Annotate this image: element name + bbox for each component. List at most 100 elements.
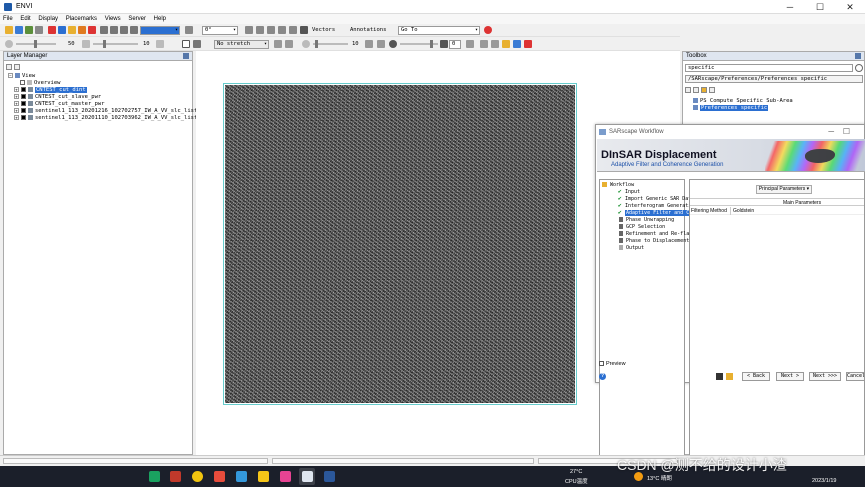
- vectors-menu[interactable]: Vectors: [312, 27, 335, 33]
- expand-all-icon[interactable]: [6, 64, 12, 70]
- menu-edit[interactable]: Edit: [17, 14, 33, 24]
- checkbox[interactable]: [21, 115, 26, 120]
- save-icon[interactable]: [15, 26, 23, 34]
- menu-help[interactable]: Help: [151, 14, 169, 24]
- open-file-icon[interactable]: [5, 26, 13, 34]
- annotations-menu[interactable]: Annotations: [350, 27, 386, 33]
- cancel-button[interactable]: Cancel: [846, 372, 865, 381]
- next-button[interactable]: Next >: [776, 372, 804, 381]
- refresh-icon[interactable]: [274, 40, 282, 48]
- workflow-step[interactable]: Phase to Displacement C: [619, 238, 695, 244]
- measure-icon[interactable]: [256, 26, 264, 34]
- cursor-icon[interactable]: [35, 26, 43, 34]
- mail-icon[interactable]: [236, 471, 247, 482]
- app-icon[interactable]: [214, 471, 225, 482]
- toolbox-item[interactable]: Preferences specific: [693, 105, 769, 112]
- zoom-in-icon[interactable]: [100, 26, 108, 34]
- stretch-dropdown[interactable]: No stretch ▾: [214, 40, 269, 49]
- menu-server[interactable]: Server: [125, 14, 149, 24]
- workflow-step[interactable]: Refinement and Re-flat: [619, 231, 692, 237]
- minimize-button[interactable]: ─: [828, 127, 834, 136]
- workflow-step[interactable]: GCP Selection: [619, 224, 665, 230]
- help-icon[interactable]: ?: [599, 373, 606, 380]
- layer-item[interactable]: + CNTEST_cut_dint: [14, 87, 87, 94]
- folder-icon[interactable]: [258, 471, 269, 482]
- brightness-slider[interactable]: [16, 40, 56, 48]
- expand-icon[interactable]: +: [14, 108, 19, 113]
- maximize-button[interactable]: ☐: [843, 127, 850, 136]
- expand-icon[interactable]: +: [14, 94, 19, 99]
- transparency-slider[interactable]: [313, 40, 348, 48]
- reset-icon[interactable]: [285, 40, 293, 48]
- minimize-button[interactable]: ─: [778, 1, 802, 13]
- open-folder-icon[interactable]: [726, 373, 733, 380]
- close-button[interactable]: ✕: [838, 1, 862, 13]
- menu-placemarks[interactable]: Placemarks: [63, 14, 100, 24]
- expand-all-icon[interactable]: [685, 87, 691, 93]
- word-icon[interactable]: [324, 471, 335, 482]
- chip-icon[interactable]: [466, 40, 474, 48]
- app-icon[interactable]: [170, 471, 181, 482]
- search-icon[interactable]: [855, 64, 863, 72]
- chrome-icon[interactable]: [192, 471, 203, 482]
- menu-views[interactable]: Views: [102, 14, 124, 24]
- pin-icon[interactable]: [855, 53, 861, 59]
- app-icon[interactable]: [280, 471, 291, 482]
- rotate-left-icon[interactable]: [185, 26, 193, 34]
- layer-item[interactable]: + CNTEST_cut_slave_pwr: [14, 94, 101, 101]
- portal-icon[interactable]: [300, 26, 308, 34]
- swipe-value[interactable]: 0: [449, 40, 461, 49]
- select-icon[interactable]: [58, 26, 66, 34]
- principal-parameters-dropdown[interactable]: Principal Parameters ▾: [756, 185, 812, 194]
- flicker-icon[interactable]: [377, 40, 385, 48]
- expand-icon[interactable]: +: [14, 115, 19, 120]
- back-button[interactable]: < Back: [742, 372, 770, 381]
- filtering-method-value[interactable]: Goldstein: [730, 207, 865, 215]
- workflow-step[interactable]: ✔ Adaptive Filter and Co: [618, 210, 694, 216]
- stretch-icon[interactable]: [193, 40, 201, 48]
- view-icon[interactable]: [278, 26, 286, 34]
- save-icon[interactable]: [716, 373, 723, 380]
- menu-file[interactable]: File: [0, 14, 16, 24]
- fly-icon[interactable]: [78, 26, 86, 34]
- blend-icon[interactable]: [365, 40, 373, 48]
- histogram-icon[interactable]: [182, 40, 190, 48]
- fixed-zoom-icon[interactable]: [120, 26, 128, 34]
- rotation-dropdown[interactable]: 0° ▾: [202, 26, 238, 35]
- contrast-slider[interactable]: [93, 40, 138, 48]
- checkbox[interactable]: [21, 87, 26, 92]
- stop-icon[interactable]: [484, 26, 492, 34]
- preview-checkbox[interactable]: [599, 361, 604, 367]
- favorite-icon[interactable]: [701, 87, 707, 93]
- data-manager-icon[interactable]: [25, 26, 33, 34]
- link-icon[interactable]: [289, 26, 297, 34]
- pin-icon[interactable]: [48, 26, 56, 34]
- workflow-step[interactable]: Phase Unwrapping: [619, 217, 674, 223]
- preview-toggle[interactable]: Preview: [599, 361, 626, 367]
- menu-display[interactable]: Display: [35, 14, 61, 24]
- expand-icon[interactable]: +: [14, 101, 19, 106]
- zoom-ratio-dropdown[interactable]: ▾: [140, 26, 180, 35]
- pin-icon[interactable]: [183, 53, 189, 59]
- rotate-icon[interactable]: [88, 26, 96, 34]
- checkbox[interactable]: [20, 80, 25, 85]
- layer-item[interactable]: + CNTEST_cut_master_pwr: [14, 101, 105, 108]
- layer-item[interactable]: + sentinel1_113_20201110_102703962_IW_A_V…: [14, 115, 211, 122]
- next-all-button[interactable]: Next >>>: [809, 372, 841, 381]
- app-icon[interactable]: [149, 471, 160, 482]
- workflow-step[interactable]: Output: [619, 245, 644, 251]
- workflow-step[interactable]: ✔ Import Generic SAR Dat: [618, 196, 691, 203]
- swipe-slider[interactable]: [400, 40, 438, 48]
- layer-item[interactable]: Overview: [20, 80, 61, 87]
- expand-icon[interactable]: +: [14, 87, 19, 92]
- goto-field[interactable]: Go To ▾: [398, 26, 480, 35]
- google-earth-icon[interactable]: [502, 40, 510, 48]
- export-icon[interactable]: [480, 40, 488, 48]
- checkbox[interactable]: [21, 108, 26, 113]
- record-icon[interactable]: [524, 40, 532, 48]
- workflow-step[interactable]: ✔ Interferogram Generati: [618, 203, 691, 210]
- layer-item[interactable]: + sentinel1_113_20201216_102702757_IW_A_V…: [14, 108, 211, 115]
- toolbox-item[interactable]: PS Compute Specific Sub-Area: [693, 98, 793, 105]
- profile-icon[interactable]: [267, 26, 275, 34]
- maximize-button[interactable]: ☐: [808, 1, 832, 13]
